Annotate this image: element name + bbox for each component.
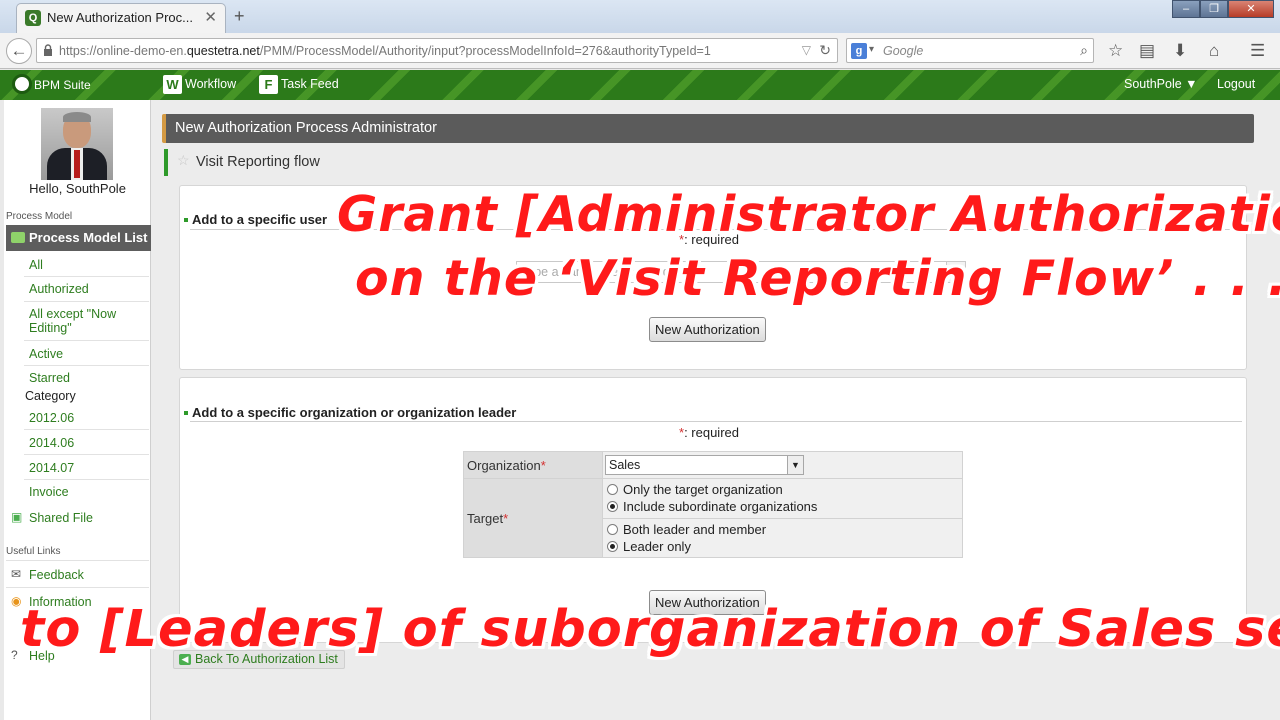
divider <box>24 340 149 341</box>
divider <box>24 276 149 277</box>
radio-button[interactable] <box>607 541 618 552</box>
target-label: Target* <box>463 478 603 558</box>
radio-label: Include subordinate organizations <box>623 499 818 514</box>
back-arrow-icon[interactable]: ← <box>6 38 32 64</box>
sidebar-item-shared-file[interactable]: Shared File <box>29 511 93 525</box>
sidebar-item-starred[interactable]: Starred <box>29 371 149 385</box>
google-icon: g <box>851 43 867 59</box>
window-controls: – ❐ ✕ <box>1172 0 1274 18</box>
bookmark-star-icon[interactable]: ☆ <box>1108 41 1123 61</box>
radio-label: Both leader and member <box>623 522 767 537</box>
browser-tab-bar: Q New Authorization Proc... ✕ + – ❐ ✕ <box>0 0 1280 33</box>
minimize-icon[interactable]: – <box>1172 0 1200 18</box>
chevron-down-icon: ▼ <box>787 456 803 474</box>
lock-icon <box>44 44 52 56</box>
sidebar-item-category-2014-07[interactable]: 2014.07 <box>29 461 149 475</box>
process-model-title: ☆ Visit Reporting flow <box>164 149 320 176</box>
close-tab-icon[interactable]: ✕ <box>204 8 217 26</box>
avatar[interactable] <box>41 108 113 180</box>
panel-heading-user: Add to a specific user <box>183 212 328 227</box>
sidebar-item-category-invoice[interactable]: Invoice <box>29 485 149 499</box>
section-label-process-model: Process Model <box>6 211 73 222</box>
sidebar-item-authorized[interactable]: Authorized <box>29 282 149 296</box>
url-text: https://online-demo-en.questetra.net/PMM… <box>59 44 711 58</box>
browser-toolbar: ← https://online-demo-en.questetra.net/P… <box>0 33 1280 69</box>
sidebar-item-active[interactable]: Active <box>29 347 149 361</box>
shared-file-icon: ▣ <box>11 510 23 524</box>
page-title: New Authorization Process Administrator <box>162 114 1254 143</box>
organization-form: Organization* Sales ▼ Target* Only the t… <box>463 451 963 558</box>
radio-only-target-organization[interactable]: Only the target organization <box>605 481 960 498</box>
screenshot: Q New Authorization Proc... ✕ + – ❐ ✕ ← … <box>0 0 1280 720</box>
address-bar[interactable]: https://online-demo-en.questetra.net/PMM… <box>36 38 838 63</box>
divider <box>190 421 1242 422</box>
radio-include-subordinate-organizations[interactable]: Include subordinate organizations <box>605 498 960 515</box>
reading-list-icon[interactable]: ▤ <box>1139 41 1155 61</box>
app-name[interactable]: BPM Suite <box>34 78 91 92</box>
workflow-icon[interactable]: W <box>163 75 182 94</box>
caption-line-1: Grant [Administrator Authorization] <box>337 186 1280 243</box>
user-menu[interactable]: SouthPole ▼ <box>1124 77 1198 91</box>
category-label: Category <box>25 389 76 403</box>
restore-icon[interactable]: ❐ <box>1200 0 1228 18</box>
search-bar[interactable]: g ▾ Google ⌕ <box>846 38 1094 63</box>
radio-both-leader-and-member[interactable]: Both leader and member <box>605 521 960 538</box>
reload-icon[interactable]: ↻ <box>819 42 831 59</box>
sidebar-item-category-2012-06[interactable]: 2012.06 <box>29 411 149 425</box>
caption-line-2: on the ‘Visit Reporting Flow’ . . . <box>355 250 1280 307</box>
required-note: *: required <box>679 425 739 440</box>
app-header: BPM Suite W Workflow F Task Feed SouthPo… <box>0 70 1280 100</box>
search-icon[interactable]: ⌕ <box>1080 42 1088 59</box>
sidebar-item-process-model-list[interactable]: Process Model List <box>6 225 151 251</box>
task-feed-icon[interactable]: F <box>259 75 278 94</box>
flow-name: Visit Reporting flow <box>196 154 320 170</box>
feedback-icon: ✉ <box>11 567 22 581</box>
panel-heading-organization: Add to a specific organization or organi… <box>183 405 517 420</box>
new-tab-icon[interactable]: + <box>234 6 245 27</box>
star-icon[interactable]: ☆ <box>177 147 190 174</box>
radio-button[interactable] <box>607 484 618 495</box>
url-dropdown-icon[interactable]: ▽ <box>802 43 811 57</box>
radio-label: Leader only <box>623 539 691 554</box>
radio-leader-only[interactable]: Leader only <box>605 538 960 555</box>
nav-workflow[interactable]: Workflow <box>185 77 236 91</box>
sidebar-item-category-2014-06[interactable]: 2014.06 <box>29 436 149 450</box>
search-placeholder: Google <box>883 44 924 58</box>
download-icon[interactable]: ⬇ <box>1173 41 1187 61</box>
sidebar-item-all-except-now-editing[interactable]: All except "Now Editing" <box>29 307 149 335</box>
process-model-icon <box>11 232 25 243</box>
radio-button[interactable] <box>607 501 618 512</box>
organization-value: Sales <box>609 458 641 472</box>
divider <box>24 479 149 480</box>
divider <box>24 454 149 455</box>
organization-label: Organization* <box>463 451 603 479</box>
radio-label: Only the target organization <box>623 482 783 497</box>
divider <box>6 587 149 588</box>
menu-icon[interactable]: ☰ <box>1250 41 1265 61</box>
divider <box>6 560 149 561</box>
close-window-icon[interactable]: ✕ <box>1228 0 1274 18</box>
caption-line-3: to [Leaders] of suborganization of Sales… <box>20 600 1280 659</box>
sidebar-item-all[interactable]: All <box>29 258 149 272</box>
sidebar-item-label: Process Model List <box>29 230 148 245</box>
radio-button[interactable] <box>607 524 618 535</box>
bpm-logo-icon[interactable] <box>12 74 32 94</box>
home-icon[interactable]: ⌂ <box>1209 41 1219 61</box>
new-authorization-user-button[interactable]: New Authorization <box>649 317 766 342</box>
sidebar-item-feedback[interactable]: Feedback <box>29 568 84 582</box>
logout-link[interactable]: Logout <box>1217 77 1255 91</box>
section-label-useful-links: Useful Links <box>6 546 61 557</box>
tab-title: New Authorization Proc... <box>47 10 193 25</box>
nav-task-feed[interactable]: Task Feed <box>281 77 339 91</box>
browser-tab[interactable]: Q New Authorization Proc... ✕ <box>16 3 226 33</box>
organization-select[interactable]: Sales ▼ <box>605 455 804 475</box>
divider <box>24 301 149 302</box>
greeting: Hello, SouthPole <box>29 181 126 196</box>
questetra-favicon-icon: Q <box>25 10 41 26</box>
divider <box>24 365 149 366</box>
divider <box>24 429 149 430</box>
search-engine-dropdown-icon[interactable]: ▾ <box>869 44 874 55</box>
